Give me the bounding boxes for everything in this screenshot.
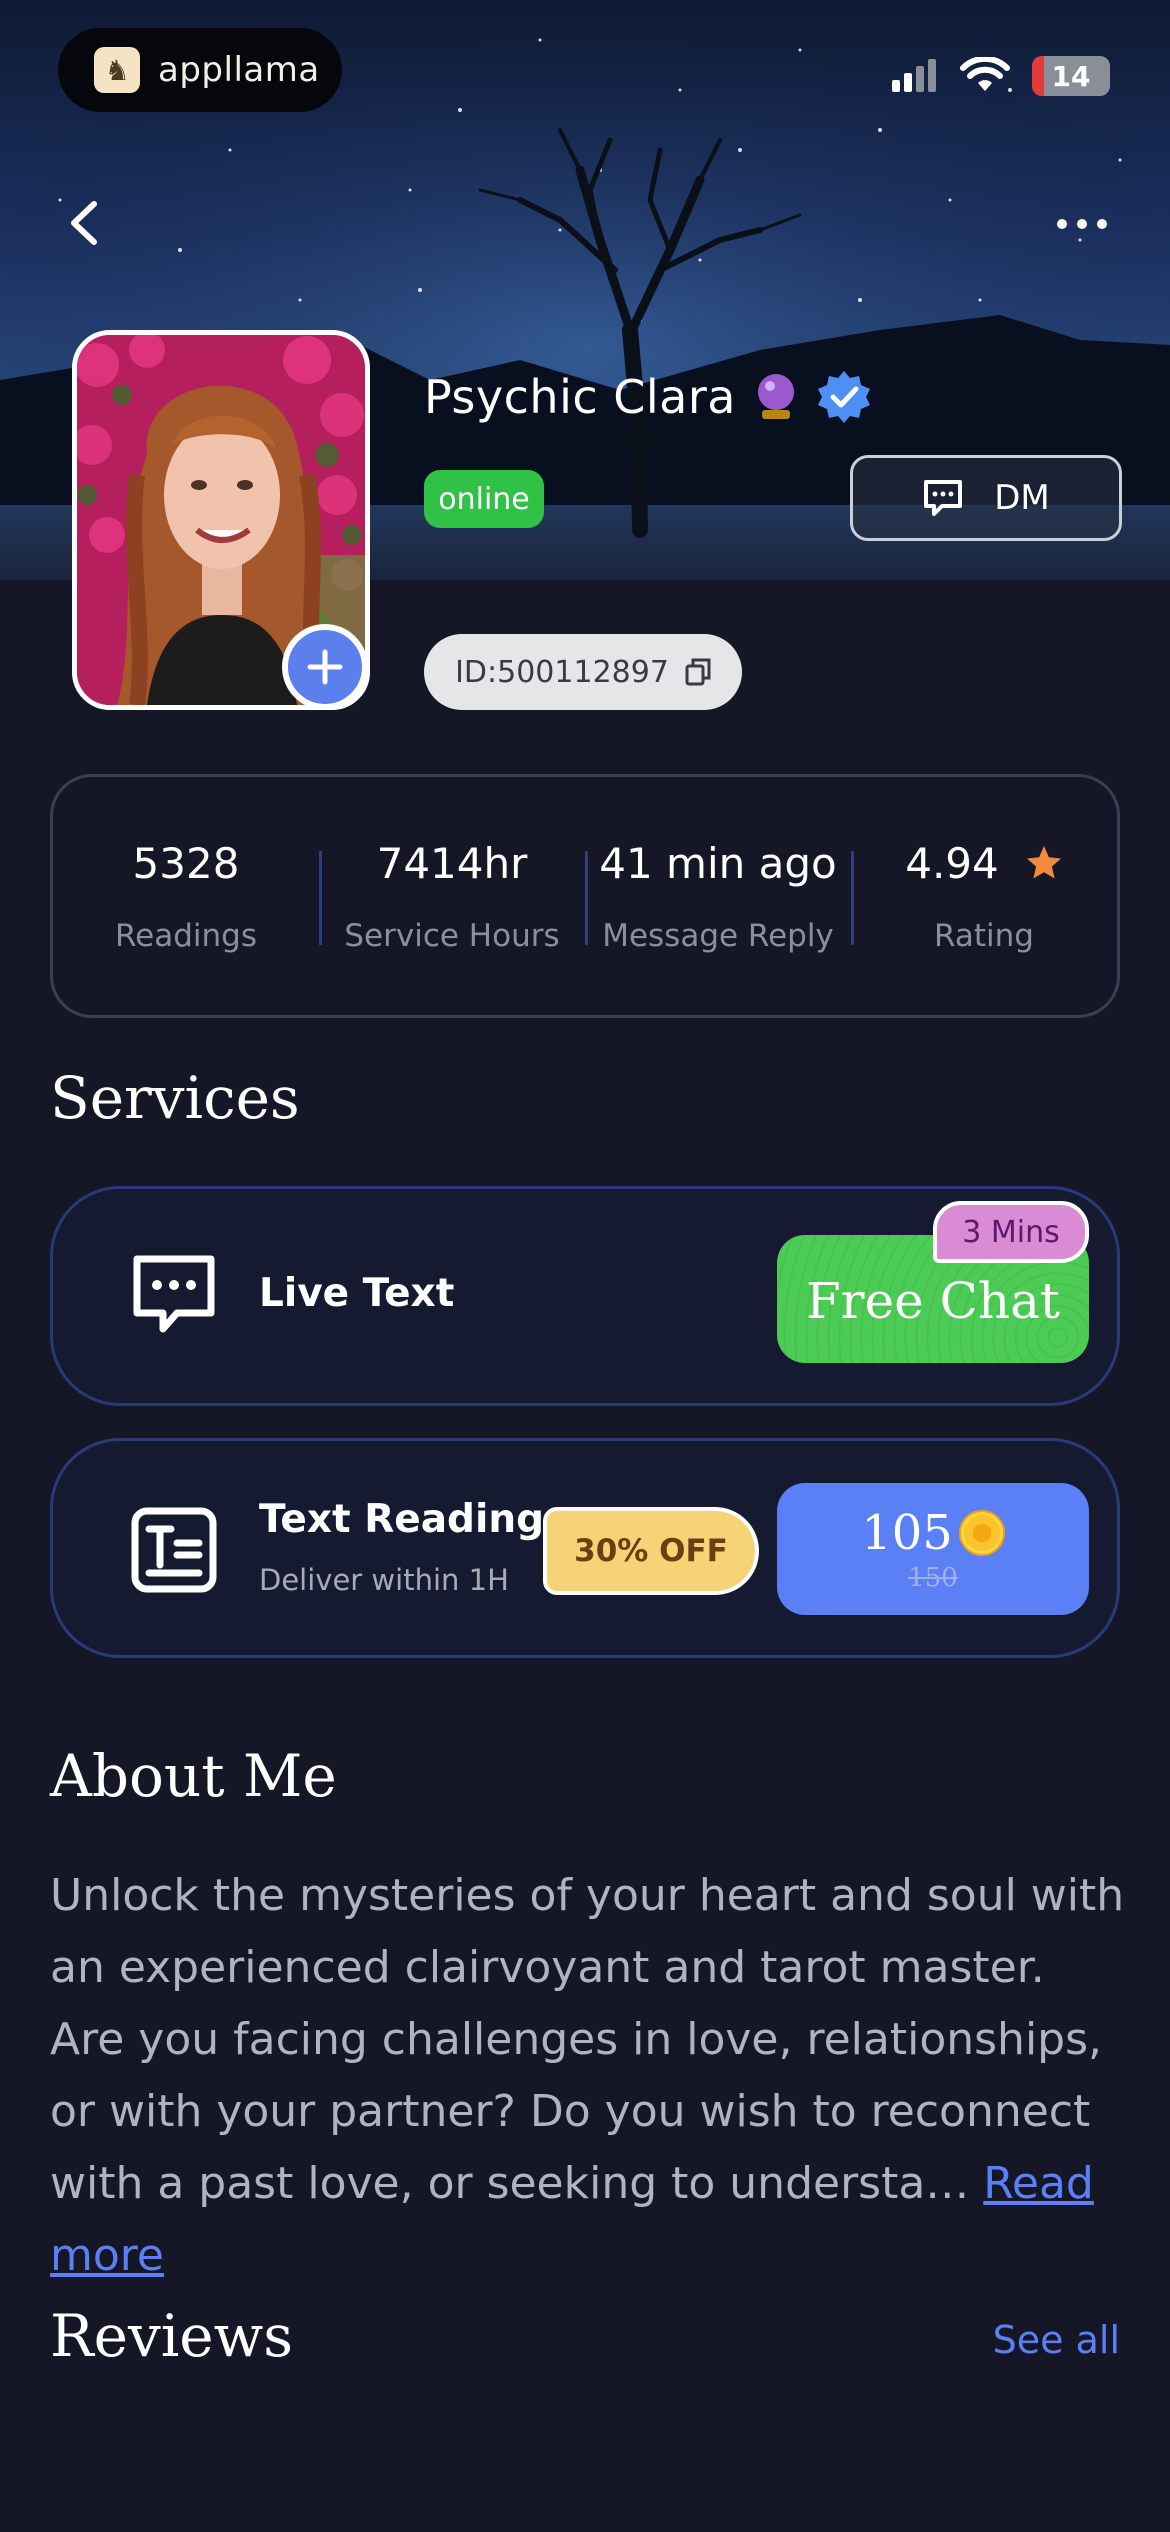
live-text-service[interactable]: Live Text Free Chat 3 Mins <box>50 1186 1120 1406</box>
system-status-icons: 14 <box>890 54 1110 98</box>
psychic-name: Psychic Clara <box>424 370 736 424</box>
about-title: About Me <box>50 1742 337 1810</box>
stat-label: Rating <box>934 917 1034 954</box>
stat-value: 41 min ago <box>599 838 837 888</box>
dm-button[interactable]: DM <box>850 455 1122 541</box>
copy-icon <box>685 658 711 686</box>
add-favorite-button[interactable] <box>282 624 368 710</box>
wifi-icon <box>960 57 1010 91</box>
verified-icon <box>817 371 870 423</box>
crystal-ball-icon <box>757 374 794 419</box>
about-text-block: Unlock the mysteries of your heart and s… <box>50 1860 1130 2292</box>
text-reading-price-button[interactable]: 105 150 <box>777 1483 1089 1615</box>
stat-rating[interactable]: 4.94 Rating <box>851 777 1117 1015</box>
stat-service-hours: 7414hr Service Hours <box>319 777 585 1015</box>
psychic-id[interactable]: ID:500112897 <box>424 634 742 710</box>
about-description: Unlock the mysteries of your heart and s… <box>50 1870 1125 2209</box>
llama-logo-icon: ♞ <box>94 47 140 93</box>
text-reading-icon <box>131 1507 217 1593</box>
coin-icon <box>958 1510 1005 1556</box>
services-title: Services <box>50 1064 300 1132</box>
stats-card: 5328 Readings 7414hr Service Hours 41 mi… <box>50 774 1120 1018</box>
stat-readings: 5328 Readings <box>53 777 319 1015</box>
see-all-reviews-link[interactable]: See all <box>993 2318 1120 2362</box>
online-status-badge: online <box>424 470 544 528</box>
text-reading-service[interactable]: Text Reading Deliver within 1H 30% OFF 1… <box>50 1438 1120 1658</box>
chat-icon <box>924 480 963 516</box>
live-text-icon <box>133 1255 215 1333</box>
more-icon[interactable] <box>1054 204 1110 244</box>
original-price: 150 <box>908 1563 958 1593</box>
text-reading-delivery: Deliver within 1H <box>259 1563 509 1597</box>
price-row: 105 <box>861 1505 1005 1561</box>
id-text: ID:500112897 <box>455 654 669 690</box>
battery-level: 14 <box>1051 59 1091 93</box>
rating-value-row: 4.94 <box>905 839 1063 888</box>
brand-name: appllama <box>158 50 320 90</box>
price-value: 105 <box>861 1505 953 1561</box>
app-badge: ♞ appllama <box>58 28 342 112</box>
free-minutes-tag: 3 Mins <box>933 1201 1089 1263</box>
stat-label: Service Hours <box>344 917 560 954</box>
discount-tag: 30% OFF <box>543 1507 759 1595</box>
back-icon[interactable] <box>60 198 110 248</box>
stat-label: Message Reply <box>602 917 834 954</box>
stat-value: 4.94 <box>905 838 999 888</box>
stat-value: 7414hr <box>376 838 528 888</box>
star-icon <box>1026 846 1061 879</box>
stat-message-reply: 41 min ago Message Reply <box>585 777 851 1015</box>
reviews-title: Reviews <box>50 2302 294 2370</box>
text-reading-label: Text Reading <box>259 1497 545 1542</box>
name-row: Psychic Clara <box>424 362 872 432</box>
plus-icon <box>307 649 343 685</box>
battery-icon: 14 <box>1032 56 1110 96</box>
signal-icon <box>892 59 936 92</box>
dm-label: DM <box>994 478 1050 518</box>
stat-label: Readings <box>115 917 257 954</box>
stat-value: 5328 <box>132 838 240 888</box>
live-text-label: Live Text <box>259 1271 455 1316</box>
